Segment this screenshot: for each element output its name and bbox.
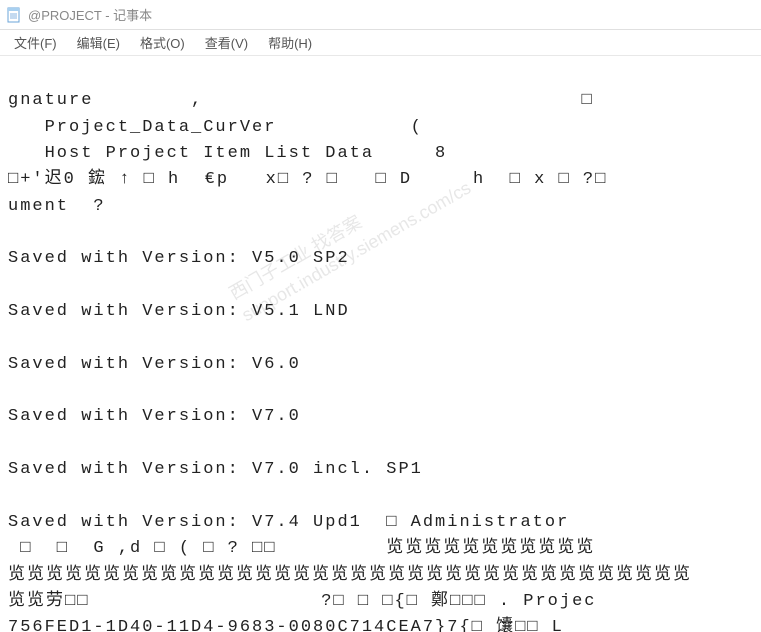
text-area[interactable]: gnature , □ Project_Data_CurVer ( Host P… bbox=[0, 56, 761, 632]
menu-help[interactable]: 帮助(H) bbox=[258, 31, 322, 54]
text-line: Saved with Version: V5.0 SP2 bbox=[8, 249, 350, 268]
menu-format[interactable]: 格式(O) bbox=[130, 31, 195, 54]
menu-bar: 文件(F) 编辑(E) 格式(O) 查看(V) 帮助(H) bbox=[0, 30, 761, 56]
text-line: Host Project Item List Data 8 bbox=[8, 144, 447, 163]
menu-file[interactable]: 文件(F) bbox=[4, 31, 67, 54]
text-line: ument ? bbox=[8, 197, 106, 216]
window-title: @PROJECT - 记事本 bbox=[28, 5, 152, 24]
text-line: 览览劳□□ ?□ □ □{□ 鄭□□□ . Projec bbox=[8, 592, 596, 611]
text-line: gnature , □ bbox=[8, 91, 594, 110]
text-line: □ □ G ,d □ ( □ ? □□ 览览览览览览览览览览览 bbox=[8, 539, 595, 558]
text-line: 览览览览览览览览览览览览览览览览览览览览览览览览览览览览览览览览览览览览 bbox=[8, 566, 692, 585]
text-line: Project_Data_CurVer ( bbox=[8, 118, 423, 137]
text-line: 756FED1-1D40-11D4-9683-0080C714CEA7}7{□ … bbox=[8, 618, 564, 632]
text-line: Saved with Version: V7.0 incl. SP1 bbox=[8, 460, 423, 479]
menu-view[interactable]: 查看(V) bbox=[195, 31, 258, 54]
notepad-icon bbox=[6, 7, 22, 23]
title-bar: @PROJECT - 记事本 bbox=[0, 0, 761, 30]
menu-edit[interactable]: 编辑(E) bbox=[67, 31, 130, 54]
text-line: □+'迟0 鋐 ↑ □ h €p x□ ? □ □ D h □ x □ ?□ bbox=[8, 170, 607, 189]
text-line: Saved with Version: V7.0 bbox=[8, 407, 301, 426]
text-line: Saved with Version: V6.0 bbox=[8, 355, 301, 374]
text-line: Saved with Version: V5.1 LND bbox=[8, 302, 350, 321]
text-line: Saved with Version: V7.4 Upd1 □ Administ… bbox=[8, 513, 569, 532]
